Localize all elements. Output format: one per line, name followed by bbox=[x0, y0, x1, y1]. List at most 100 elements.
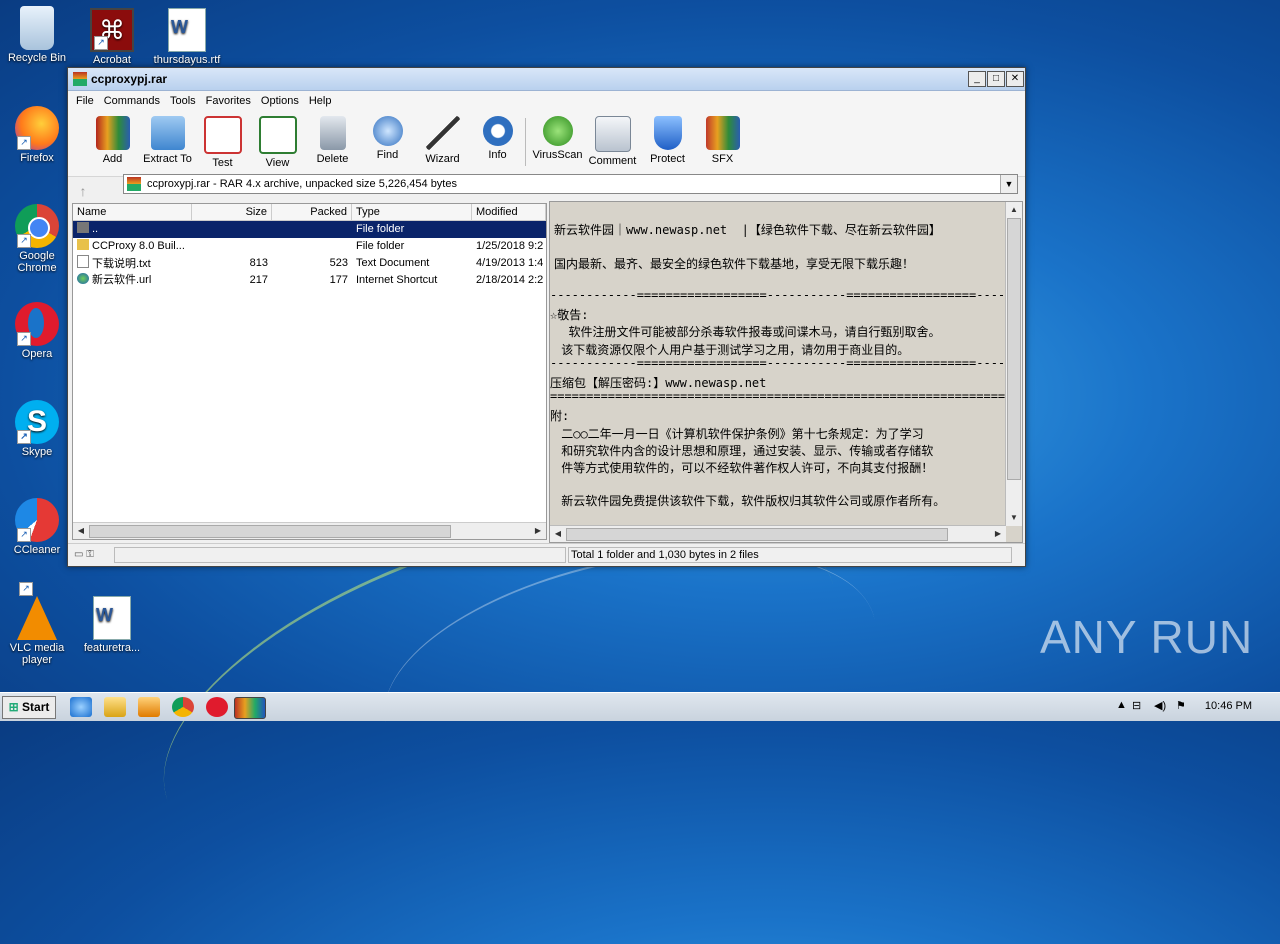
drive-key-icon: ▭ ⚿ bbox=[74, 549, 94, 560]
acrobat-icon: ⌘ ↗ bbox=[90, 8, 134, 52]
desktop-icon-thursdayus-rtf[interactable]: W thursdayus.rtf bbox=[150, 8, 224, 66]
status-bar: ▭ ⚿ Total 1 folder and 1,030 bytes in 2 … bbox=[68, 543, 1025, 566]
scroll-right-icon[interactable]: ▶ bbox=[530, 523, 546, 539]
desktop-icon-label: Acrobat bbox=[93, 54, 131, 66]
scrollbar-thumb[interactable] bbox=[566, 528, 948, 541]
sfx-button[interactable]: SFX bbox=[695, 116, 750, 165]
info-button[interactable]: Info bbox=[470, 116, 525, 161]
close-button[interactable]: ✕ bbox=[1006, 71, 1024, 87]
shortcut-arrow-icon: ↗ bbox=[17, 430, 31, 444]
folder-icon bbox=[150, 116, 185, 150]
address-bar[interactable]: ccproxypj.rar - RAR 4.x archive, unpacke… bbox=[123, 174, 1018, 194]
chrome-taskbar-icon[interactable] bbox=[172, 697, 194, 717]
column-size[interactable]: Size bbox=[192, 204, 272, 220]
column-type[interactable]: Type bbox=[352, 204, 472, 220]
scroll-up-icon[interactable]: ▲ bbox=[1006, 202, 1022, 218]
comment-button[interactable]: Comment bbox=[585, 116, 640, 167]
virusscan-button[interactable]: VirusScan bbox=[530, 116, 585, 161]
wizard-button[interactable]: Wizard bbox=[415, 116, 470, 165]
vertical-scrollbar[interactable]: ▲ ▼ bbox=[1005, 202, 1022, 526]
table-row[interactable]: 新云软件.url 217 177 Internet Shortcut 2/18/… bbox=[73, 272, 546, 289]
start-button[interactable]: ⊞ Start bbox=[2, 696, 56, 719]
protect-button[interactable]: Protect bbox=[640, 116, 695, 165]
folder-up-icon bbox=[77, 222, 89, 233]
clipboard-check-icon bbox=[203, 116, 242, 154]
column-modified[interactable]: Modified bbox=[472, 204, 546, 220]
comment-line: ☆敬告: bbox=[550, 308, 589, 322]
clock[interactable]: 10:46 PM bbox=[1205, 700, 1252, 712]
desktop-icon-label: CCleaner bbox=[13, 544, 61, 556]
comment-line: 件等方式使用软件的，可以不经软件著作权人许可，不向其支付报酬！ bbox=[554, 461, 934, 475]
view-button[interactable]: View bbox=[250, 116, 305, 169]
maximize-button[interactable]: □ bbox=[987, 71, 1005, 87]
rar-archive-icon bbox=[127, 177, 141, 191]
comment-line: 新云软件园免费提供该软件下载，软件版权归其软件公司或原作者所有。 bbox=[554, 494, 946, 508]
title-bar[interactable]: ccproxypj.rar _ □ ✕ bbox=[68, 68, 1025, 91]
desktop-icon-skype[interactable]: S ↗ Skype bbox=[0, 400, 74, 458]
table-row[interactable]: .. File folder bbox=[73, 221, 546, 238]
scrollbar-thumb[interactable] bbox=[1007, 218, 1021, 480]
chevron-down-icon[interactable]: ▼ bbox=[1000, 175, 1017, 193]
virus-icon bbox=[542, 116, 573, 146]
file-explorer-icon[interactable] bbox=[104, 697, 126, 717]
desktop-icon-label: Opera bbox=[21, 348, 53, 360]
chrome-icon: ↗ bbox=[15, 204, 59, 248]
menu-help[interactable]: Help bbox=[304, 95, 337, 107]
opera-taskbar-icon[interactable] bbox=[206, 697, 228, 717]
comment-line: ------------==================----------… bbox=[550, 356, 1006, 370]
anyrun-watermark: ANY RUN bbox=[1040, 611, 1254, 663]
comment-line: 软件注册文件可能被部分杀毒软件报毒或间谍木马，请自行甄别取舍。 bbox=[554, 325, 941, 339]
tray-chevron-icon[interactable]: ▲ bbox=[1116, 699, 1127, 711]
find-button[interactable]: Find bbox=[360, 116, 415, 161]
file-list: Name Size Packed Type Modified .. File f… bbox=[72, 203, 547, 540]
column-packed[interactable]: Packed bbox=[272, 204, 352, 220]
menu-favorites[interactable]: Favorites bbox=[201, 95, 256, 107]
comment-line: 附: bbox=[550, 409, 570, 423]
menu-options[interactable]: Options bbox=[256, 95, 304, 107]
horizontal-scrollbar[interactable]: ◀ ▶ bbox=[550, 525, 1006, 542]
menu-commands[interactable]: Commands bbox=[99, 95, 165, 107]
table-row[interactable]: CCProxy 8.0 Buil... File folder 1/25/201… bbox=[73, 238, 546, 255]
delete-button[interactable]: Delete bbox=[305, 116, 360, 165]
word-document-icon: W bbox=[93, 596, 131, 640]
menu-bar: File Commands Tools Favorites Options He… bbox=[68, 91, 1025, 111]
flag-icon[interactable]: ⚑ bbox=[1176, 699, 1186, 712]
test-button[interactable]: Test bbox=[195, 116, 250, 169]
media-player-icon[interactable] bbox=[138, 697, 160, 717]
sfx-box-icon bbox=[705, 116, 740, 150]
up-arrow-icon[interactable]: ↑ bbox=[68, 183, 98, 199]
desktop-icon-opera[interactable]: ↗ Opera bbox=[0, 302, 74, 360]
scroll-left-icon[interactable]: ◀ bbox=[73, 523, 89, 539]
menu-file[interactable]: File bbox=[71, 95, 99, 107]
scroll-right-icon[interactable]: ▶ bbox=[990, 526, 1006, 542]
desktop-icon-google-chrome[interactable]: ↗ Google Chrome bbox=[0, 204, 74, 274]
shortcut-arrow-icon: ↗ bbox=[19, 582, 33, 596]
table-row[interactable]: 下载说明.txt 813 523 Text Document 4/19/2013… bbox=[73, 255, 546, 272]
scrollbar-thumb[interactable] bbox=[89, 525, 451, 538]
magnifier-icon bbox=[372, 116, 403, 146]
desktop-icon-recycle-bin[interactable]: Recycle Bin bbox=[0, 6, 74, 64]
network-icon[interactable]: ⊟ bbox=[1132, 699, 1141, 712]
shortcut-arrow-icon: ↗ bbox=[17, 528, 31, 542]
desktop-icon-firefox[interactable]: ↗ Firefox bbox=[0, 106, 74, 164]
desktop-icon-ccleaner[interactable]: ↗ CCleaner bbox=[0, 498, 74, 556]
internet-explorer-icon[interactable] bbox=[70, 697, 92, 717]
desktop-icon-vlc[interactable]: ↗ VLC media player bbox=[0, 582, 74, 666]
scroll-left-icon[interactable]: ◀ bbox=[550, 526, 566, 542]
extract-to-button[interactable]: Extract To bbox=[140, 116, 195, 165]
winrar-icon bbox=[73, 72, 87, 86]
desktop-icon-featuretra[interactable]: W featuretra... bbox=[75, 596, 149, 654]
minimize-button[interactable]: _ bbox=[968, 71, 986, 87]
volume-icon[interactable]: ◀) bbox=[1154, 699, 1166, 712]
menu-tools[interactable]: Tools bbox=[165, 95, 201, 107]
text-file-icon bbox=[77, 255, 89, 268]
desktop-icon-acrobat[interactable]: ⌘ ↗ Acrobat bbox=[75, 8, 149, 66]
winrar-taskbar-icon[interactable] bbox=[234, 697, 266, 719]
column-name[interactable]: Name bbox=[73, 204, 192, 220]
winrar-window: ccproxypj.rar _ □ ✕ File Commands Tools … bbox=[67, 67, 1026, 567]
skype-icon: S ↗ bbox=[15, 400, 59, 444]
scroll-down-icon[interactable]: ▼ bbox=[1006, 510, 1022, 526]
horizontal-scrollbar[interactable]: ◀ ▶ bbox=[73, 522, 546, 539]
add-button[interactable]: Add bbox=[85, 116, 140, 165]
firefox-icon: ↗ bbox=[15, 106, 59, 150]
